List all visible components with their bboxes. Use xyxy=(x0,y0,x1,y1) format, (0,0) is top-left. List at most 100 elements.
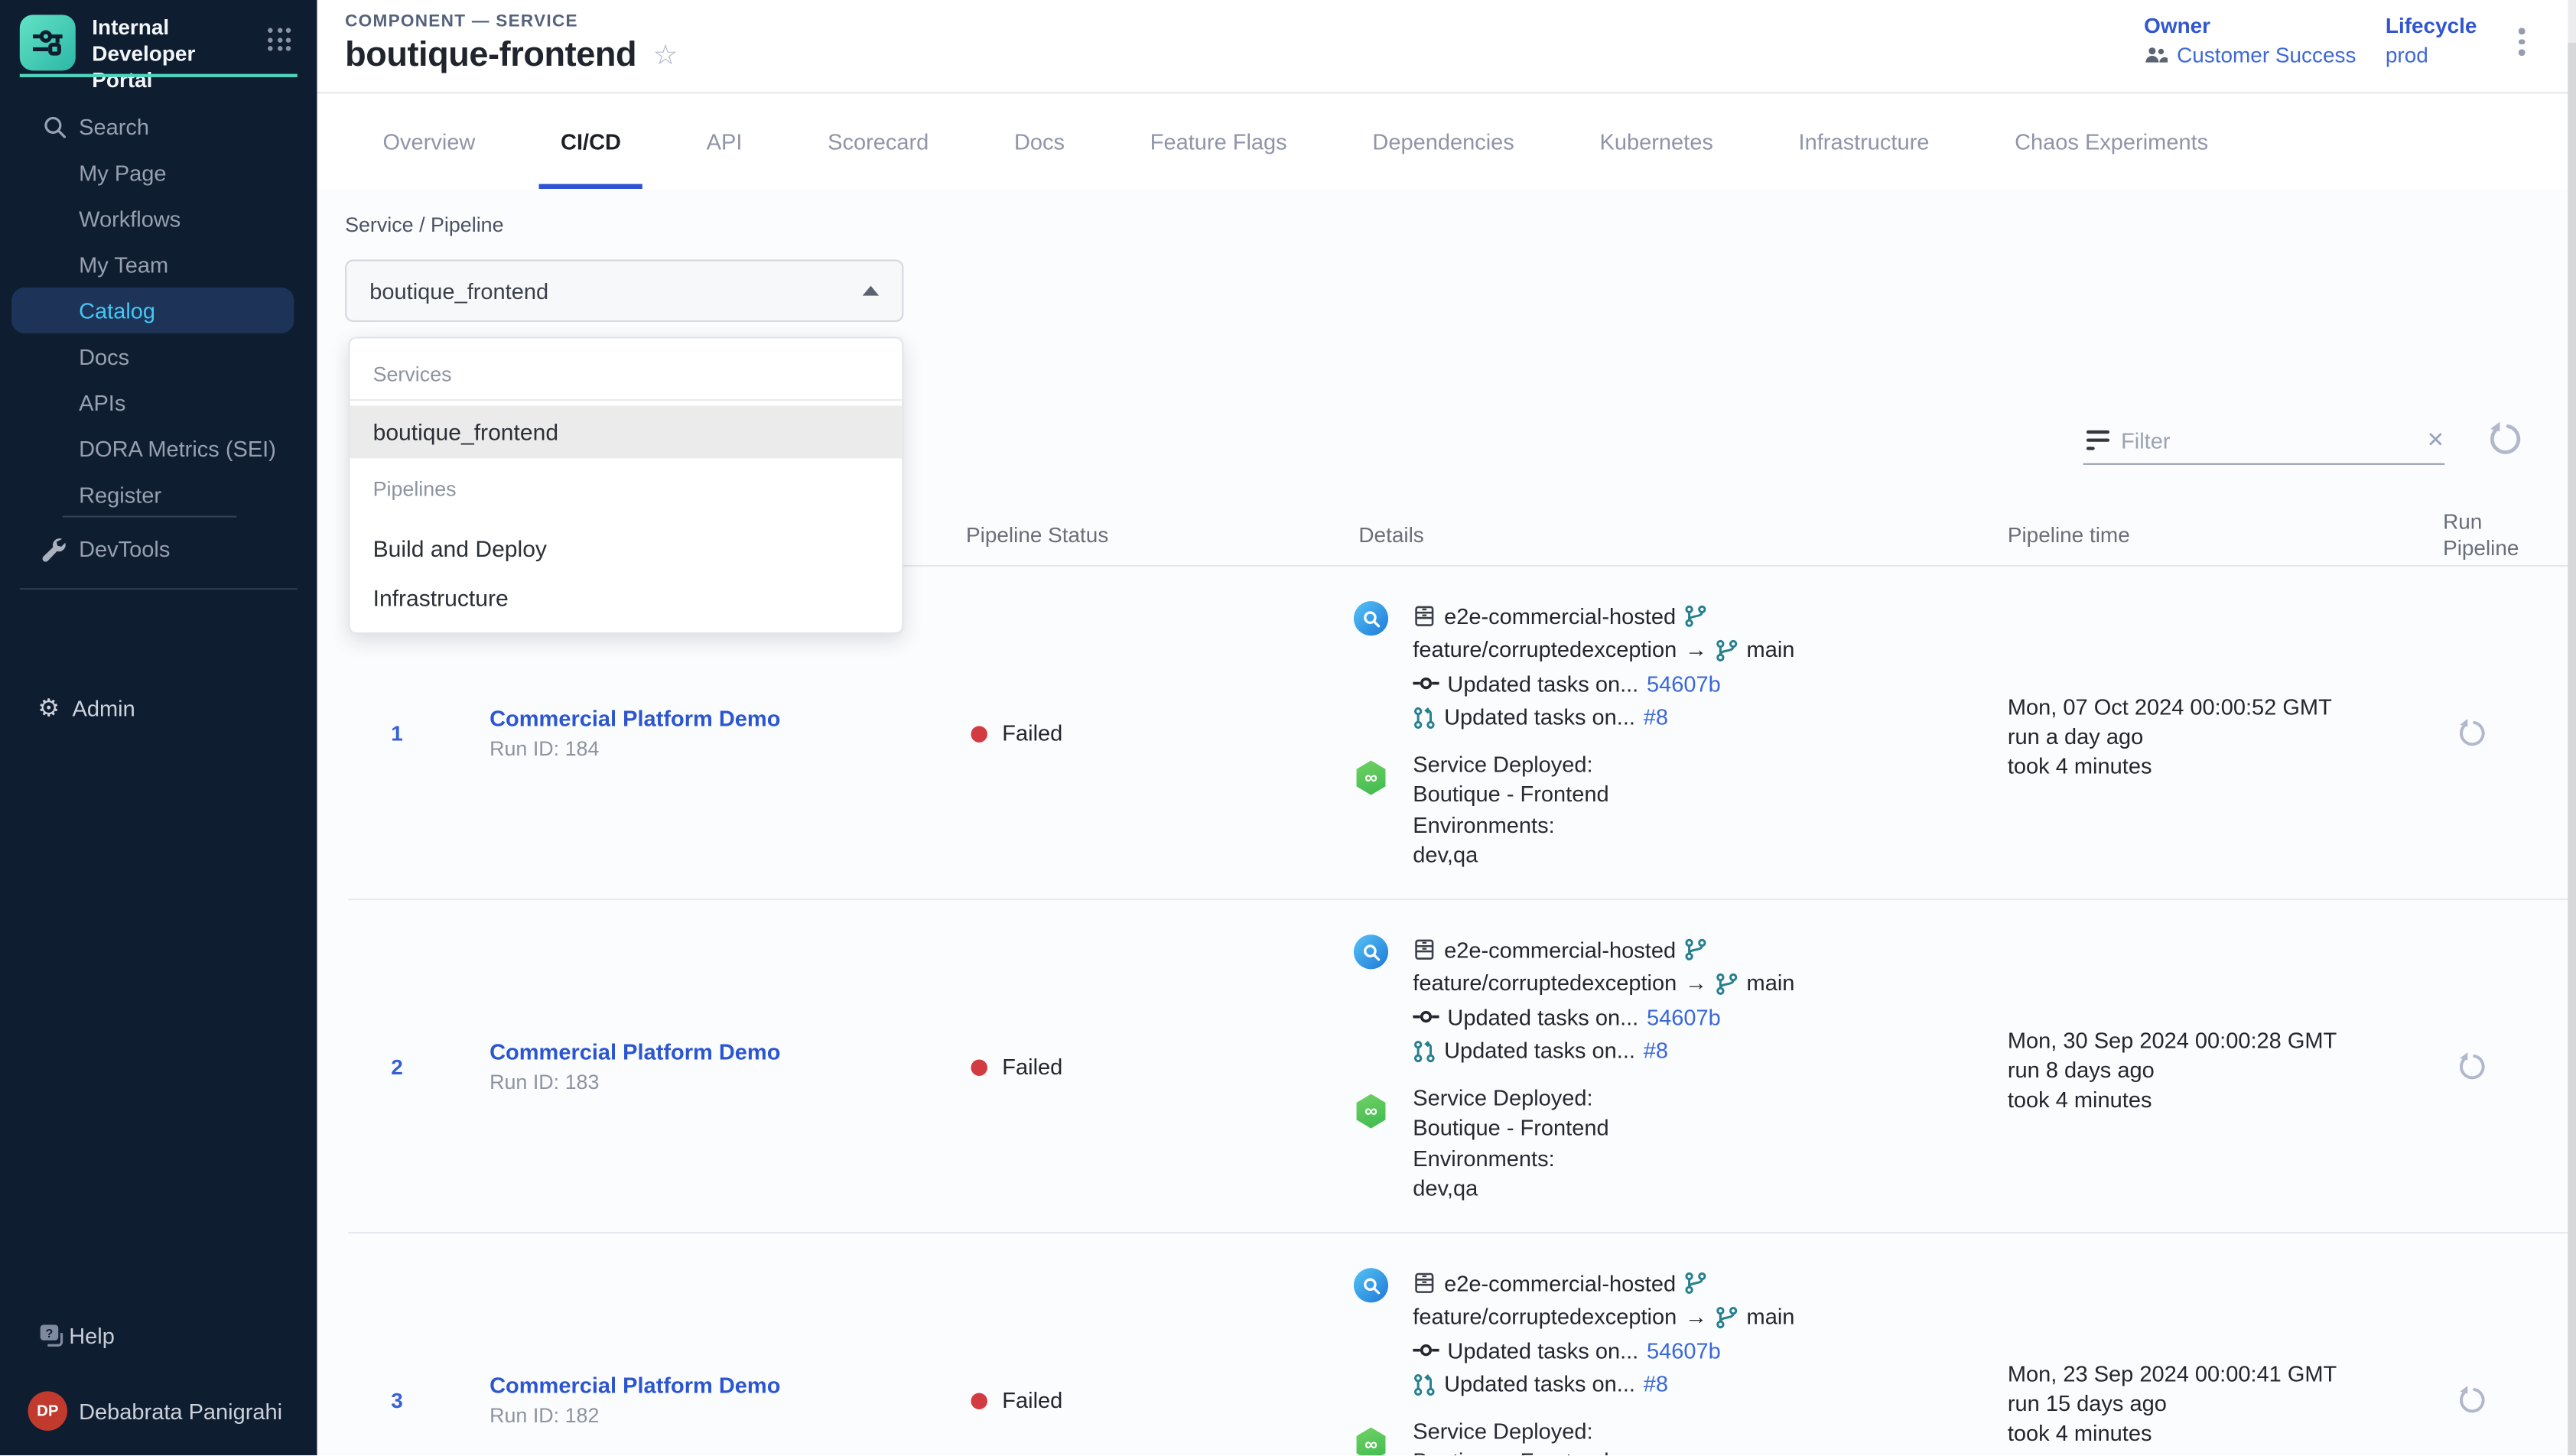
run-date: Mon, 30 Sep 2024 00:00:28 GMT xyxy=(2008,1027,2337,1057)
dropdown-option-build-and-deploy[interactable]: Build and Deploy xyxy=(350,522,903,575)
lifecycle-block: Lifecycle prod xyxy=(2386,13,2477,67)
tab-cicd[interactable]: CI/CD xyxy=(518,93,664,189)
run-index[interactable]: 2 xyxy=(391,1055,403,1079)
commit-message: Updated tasks on... xyxy=(1447,671,1638,696)
pr-message: Updated tasks on... xyxy=(1444,1038,1635,1063)
run-id: Run ID: 182 xyxy=(490,1405,599,1428)
repo-name[interactable]: e2e-commercial-hosted xyxy=(1444,938,1676,962)
sidebar-accent-divider xyxy=(20,74,298,77)
sidebar: Internal Developer Portal Search My Page… xyxy=(0,0,317,1455)
tab-infrastructure[interactable]: Infrastructure xyxy=(1756,93,1973,189)
tab-feature-flags[interactable]: Feature Flags xyxy=(1107,93,1330,189)
sidebar-item-search[interactable]: Search xyxy=(0,103,317,149)
git-branch-icon xyxy=(1716,972,1738,995)
cicd-content: Service / Pipeline boutique_frontend Ser… xyxy=(317,189,2576,1455)
tab-chaos-experiments[interactable]: Chaos Experiments xyxy=(1972,93,2251,189)
repo-name[interactable]: e2e-commercial-hosted xyxy=(1444,1271,1676,1295)
target-branch: main xyxy=(1747,1305,1795,1329)
tab-overview[interactable]: Overview xyxy=(340,93,519,189)
scrollbar-thumb[interactable] xyxy=(2568,43,2576,1455)
wrench-icon xyxy=(40,535,66,561)
sidebar-item-my-team[interactable]: My Team xyxy=(0,242,317,288)
sidebar-item-my-page[interactable]: My Page xyxy=(0,149,317,195)
repo-icon xyxy=(1413,1272,1436,1295)
sidebar-item-catalog[interactable]: Catalog xyxy=(11,288,294,333)
help-chat-icon: ? xyxy=(37,1321,66,1350)
tab-api[interactable]: API xyxy=(664,93,785,189)
sidebar-item-help[interactable]: ? Help xyxy=(0,1312,317,1358)
arrow-icon: → xyxy=(1685,638,1707,662)
commit-sha-link[interactable]: 54607b xyxy=(1647,671,1721,696)
sidebar-item-workflows[interactable]: Workflows xyxy=(0,196,317,242)
sidebar-item-register[interactable]: Register xyxy=(0,471,317,517)
sidebar-item-devtools[interactable]: DevTools xyxy=(0,525,317,571)
sidebar-item-label: APIs xyxy=(79,390,125,414)
git-branch-icon xyxy=(1684,938,1707,961)
git-branch-icon xyxy=(1684,1272,1707,1295)
run-index[interactable]: 1 xyxy=(391,721,403,746)
kebab-menu-icon[interactable] xyxy=(2516,24,2528,58)
dropdown-group-pipelines: Pipelines xyxy=(373,478,457,501)
run-ago: run 15 days ago xyxy=(2008,1389,2337,1419)
page-title: boutique-frontend xyxy=(345,36,636,76)
sidebar-item-docs[interactable]: Docs xyxy=(0,333,317,379)
pr-number-link[interactable]: #8 xyxy=(1644,1038,1668,1063)
pipeline-name-link[interactable]: Commercial Platform Demo xyxy=(490,1373,780,1398)
sidebar-item-label: Docs xyxy=(79,344,129,369)
sidebar-user[interactable]: DP Debabrata Panigrahi xyxy=(0,1388,317,1434)
pull-request-icon xyxy=(1413,1039,1436,1062)
pull-request-icon xyxy=(1413,1373,1436,1396)
apps-grid-icon[interactable] xyxy=(268,28,291,51)
filter-icon xyxy=(2086,430,2109,450)
run-index[interactable]: 3 xyxy=(391,1388,403,1412)
rerun-pipeline-icon[interactable] xyxy=(2454,1051,2487,1084)
tab-kubernetes[interactable]: Kubernetes xyxy=(1557,93,1756,189)
deploy-title: Service Deployed: xyxy=(1413,1418,1608,1448)
app-logo-icon[interactable] xyxy=(20,15,76,70)
refresh-icon[interactable] xyxy=(2484,421,2524,460)
app-window: Internal Developer Portal Search My Page… xyxy=(0,0,2576,1455)
table-row: 2 Commercial Platform Demo Run ID: 183 F… xyxy=(348,900,2568,1233)
rerun-pipeline-icon[interactable] xyxy=(2454,1385,2487,1418)
pr-number-link[interactable]: #8 xyxy=(1644,705,1668,730)
dropdown-option-infrastructure[interactable]: Infrastructure xyxy=(350,572,903,625)
cd-deploy-icon: ∞ xyxy=(1354,761,1388,795)
sidebar-item-apis[interactable]: APIs xyxy=(0,379,317,425)
user-name: Debabrata Panigrahi xyxy=(79,1399,282,1423)
rerun-pipeline-icon[interactable] xyxy=(2454,718,2487,751)
pipeline-select[interactable]: boutique_frontend xyxy=(345,259,903,322)
repo-name[interactable]: e2e-commercial-hosted xyxy=(1444,604,1676,629)
column-header-run-pipeline: Run Pipeline xyxy=(2443,509,2532,562)
main-area: COMPONENT — SERVICE boutique-frontend ☆ … xyxy=(317,0,2576,1455)
clear-filter-icon[interactable]: ✕ xyxy=(2423,427,2448,453)
filter-input[interactable] xyxy=(2121,428,2412,453)
source-branch: feature/corruptedexception xyxy=(1413,1305,1677,1329)
sidebar-item-label: Register xyxy=(79,482,161,506)
sidebar-item-label: Catalog xyxy=(79,298,155,323)
arrow-icon: → xyxy=(1685,971,1707,996)
commit-sha-link[interactable]: 54607b xyxy=(1647,1338,1721,1363)
pr-number-link[interactable]: #8 xyxy=(1644,1372,1668,1396)
sidebar-item-admin[interactable]: ⚙ Admin xyxy=(0,685,317,731)
status-label: Failed xyxy=(1002,1388,1062,1412)
tab-scorecard[interactable]: Scorecard xyxy=(785,93,971,189)
pipeline-name-link[interactable]: Commercial Platform Demo xyxy=(490,1040,780,1064)
sidebar-item-label: Search xyxy=(79,114,149,138)
sidebar-item-label: Admin xyxy=(73,696,135,720)
tab-docs[interactable]: Docs xyxy=(971,93,1107,189)
git-branch-icon xyxy=(1716,1305,1738,1328)
column-header-pipeline-time: Pipeline time xyxy=(2008,522,2130,547)
vertical-scrollbar[interactable] xyxy=(2568,0,2576,1455)
run-id: Run ID: 183 xyxy=(490,1071,599,1094)
commit-sha-link[interactable]: 54607b xyxy=(1647,1005,1721,1029)
arrow-icon: → xyxy=(1685,1305,1707,1329)
dropdown-option-boutique-frontend[interactable]: boutique_frontend xyxy=(350,406,903,459)
sidebar-item-dora-metrics[interactable]: DORA Metrics (SEI) xyxy=(0,425,317,471)
sidebar-item-label: My Team xyxy=(79,252,168,277)
environments-value: dev,qa xyxy=(1413,841,1608,872)
tab-dependencies[interactable]: Dependencies xyxy=(1330,93,1557,189)
pipeline-name-link[interactable]: Commercial Platform Demo xyxy=(490,707,780,731)
dropdown-divider xyxy=(350,399,903,401)
owner-link[interactable]: Customer Success xyxy=(2177,43,2356,67)
favorite-star-icon[interactable]: ☆ xyxy=(653,40,678,73)
